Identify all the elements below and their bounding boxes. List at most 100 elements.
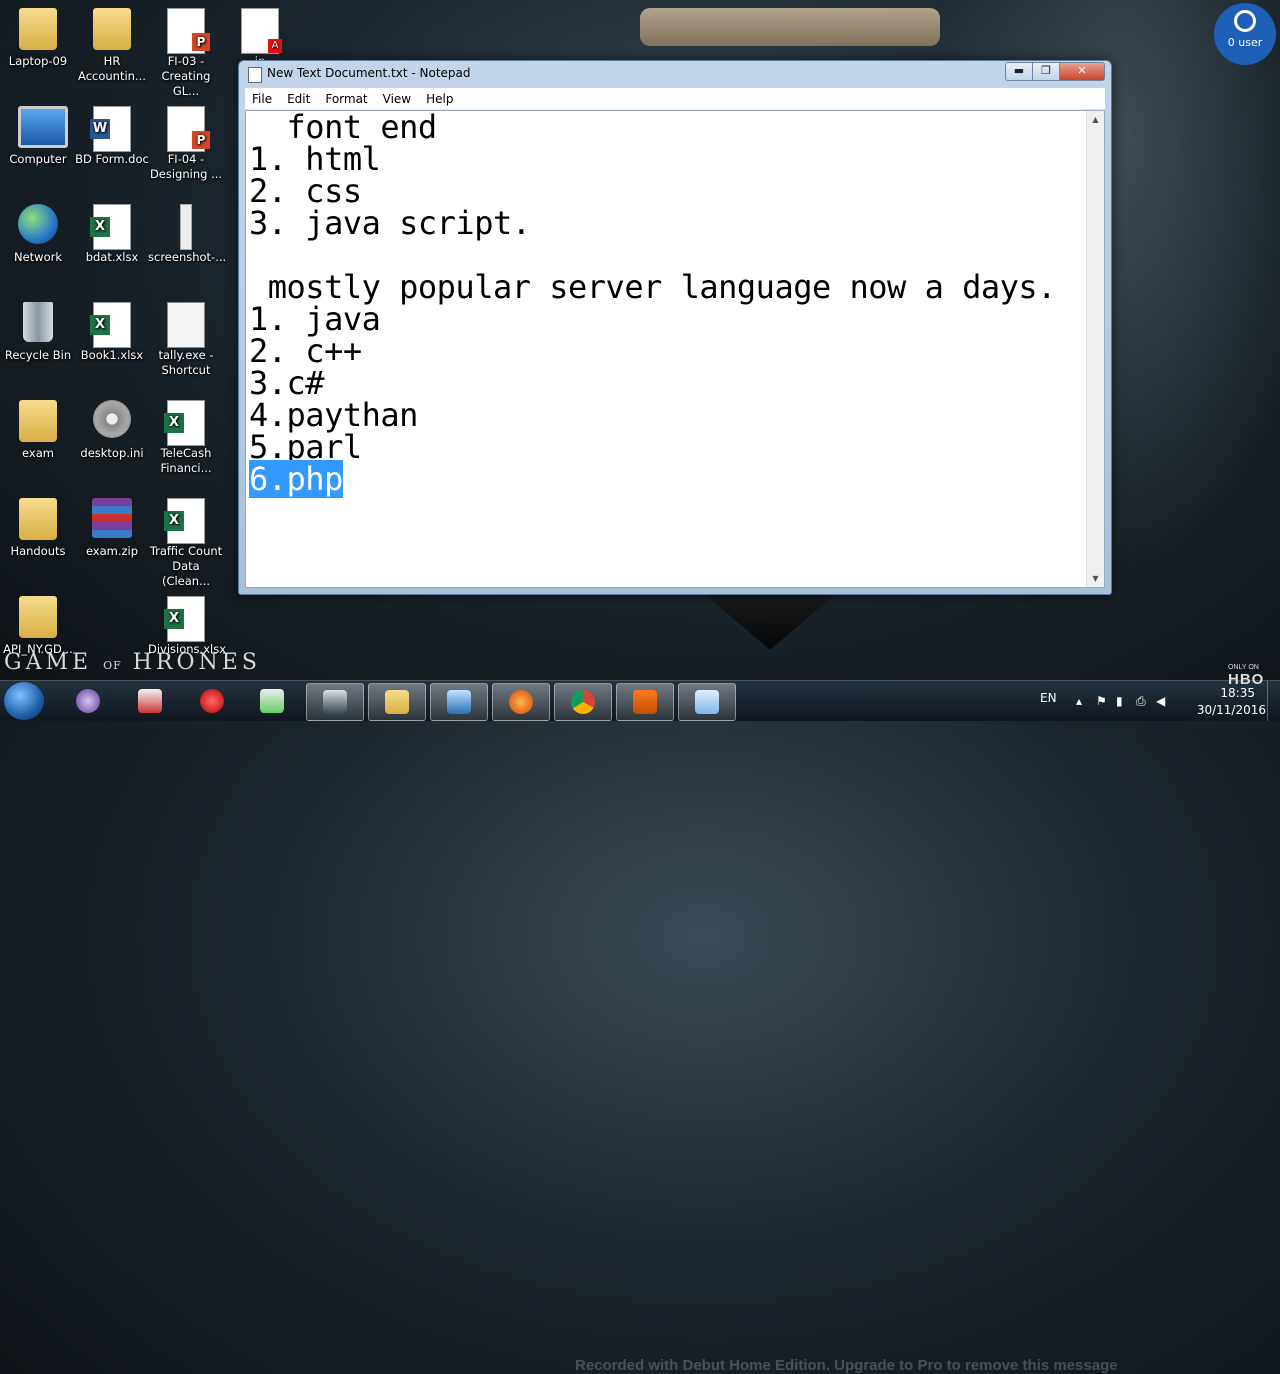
scroll-down-icon[interactable]: ▼ <box>1087 570 1104 587</box>
gear-icon <box>92 400 132 444</box>
taskbar-virtualbox-button[interactable] <box>430 683 488 721</box>
printer-icon[interactable]: ⎙ <box>1136 694 1150 708</box>
desktop-icon[interactable]: API_NY.GD... <box>0 596 76 657</box>
notepad-icon <box>248 67 262 83</box>
text-line: mostly popular server language now a day… <box>249 268 1057 306</box>
maximize-button[interactable]: ❐ <box>1033 62 1060 81</box>
desktop-icon[interactable]: tally.exe - Shortcut <box>148 302 224 378</box>
desktop-icon[interactable]: exam <box>0 400 76 461</box>
taskbar-chrome-button[interactable] <box>554 683 612 721</box>
taskbar-opera-button[interactable] <box>184 683 240 719</box>
desktop-icon[interactable]: TeleCash Financi... <box>148 400 224 476</box>
menu-format[interactable]: Format <box>318 92 375 106</box>
notepadpp-icon <box>260 689 284 713</box>
close-button[interactable]: ✕ <box>1060 62 1105 81</box>
word-icon <box>90 106 132 152</box>
flag-icon[interactable]: ⚑ <box>1096 694 1110 708</box>
show-desktop-button[interactable] <box>1267 681 1280 721</box>
menu-bar: File Edit Format View Help <box>245 88 1105 110</box>
desktop-icon-label: HR Accountin... <box>78 54 146 83</box>
desktop-icon[interactable]: Divisions.xlsx <box>148 596 226 657</box>
desktop-icon-label: Recycle Bin <box>4 348 72 362</box>
desktop-icon-label: Book1.xlsx <box>80 348 144 362</box>
taskbar-eclipse-button[interactable] <box>60 683 116 719</box>
desktop-icon[interactable]: Traffic Count Data (Clean... <box>148 498 224 589</box>
taskbar-media-player-button[interactable] <box>306 683 364 721</box>
text-line: 1. java <box>249 300 381 338</box>
ppt-icon <box>166 106 210 152</box>
taskbar-firefox-button[interactable] <box>492 683 550 721</box>
signal-icon[interactable]: ▮ <box>1116 694 1130 708</box>
desktop-icon[interactable]: Computer <box>0 106 76 167</box>
network-icon <box>18 204 58 248</box>
scroll-up-icon[interactable]: ▲ <box>1087 111 1104 128</box>
clock-date[interactable]: 30/11/2016 <box>1197 703 1266 717</box>
folder-icon <box>18 400 58 444</box>
taskbar-notepad-button[interactable] <box>678 683 736 721</box>
firefox-icon <box>509 690 533 714</box>
desktop-icon[interactable]: BD Form.doc <box>74 106 150 167</box>
folder-icon <box>18 596 58 640</box>
xls-icon <box>164 596 206 642</box>
taskbar-xampp-button[interactable] <box>616 683 674 721</box>
menu-help[interactable]: Help <box>419 92 461 106</box>
tally-icon <box>166 302 206 348</box>
menu-edit[interactable]: Edit <box>280 92 318 106</box>
desktop-icon[interactable]: FI-04 - Designing ... <box>148 106 224 182</box>
xls-icon <box>90 204 132 250</box>
pdf-icon <box>240 8 282 54</box>
desktop-icon[interactable]: Laptop-09 <box>0 8 76 69</box>
taskbar-explorer-button[interactable] <box>368 683 426 721</box>
hbo-logo: ONLY ON HBO <box>1228 664 1265 688</box>
opera-icon <box>200 689 224 713</box>
minimize-button[interactable]: ▬ <box>1005 62 1033 81</box>
notepad-window[interactable]: New Text Document.txt - Notepad ▬ ❐ ✕ Fi… <box>238 60 1112 595</box>
desktop-icon[interactable]: exam.zip <box>74 498 150 559</box>
text-content[interactable]: font end 1. html 2. css 3. java script. … <box>249 111 1084 587</box>
taskbar: Recorded with Debut Home Edition. Upgrad… <box>0 680 1280 1374</box>
desktop-icon-label: tally.exe - Shortcut <box>158 348 214 377</box>
desktop-icon-label: desktop.ini <box>80 446 144 460</box>
desktop-icon-label: Network <box>13 250 63 264</box>
folder-icon <box>92 8 132 52</box>
desktop-icon-label: exam.zip <box>85 544 139 558</box>
vertical-scrollbar[interactable]: ▲ ▼ <box>1086 111 1104 587</box>
menu-file[interactable]: File <box>245 92 280 106</box>
desktop-icon[interactable]: FI-03 - Creating GL... <box>148 8 224 99</box>
computer-icon <box>18 106 68 150</box>
text-line: 2. c++ <box>249 332 362 370</box>
desktop-icon-label: Traffic Count Data (Clean... <box>149 544 223 588</box>
volume-icon[interactable]: ◀ <box>1156 694 1170 708</box>
desktop-icon[interactable]: desktop.ini <box>74 400 150 461</box>
desktop-icon[interactable]: Handouts <box>0 498 76 559</box>
desktop-icon[interactable]: screenshot-... <box>148 204 226 265</box>
desktop-icon-label: Handouts <box>10 544 66 558</box>
desktop-icon[interactable]: Book1.xlsx <box>74 302 150 363</box>
desktop-icon-label: TeleCash Financi... <box>160 446 212 475</box>
chevron-up-icon[interactable]: ▴ <box>1076 694 1090 708</box>
text-line: 4.paythan <box>249 396 418 434</box>
ppt-icon <box>166 8 210 54</box>
desktop-icon[interactable]: Recycle Bin <box>0 302 76 363</box>
title-bar[interactable]: New Text Document.txt - Notepad ▬ ❐ ✕ <box>239 61 1111 87</box>
desktop-icon[interactable]: bdat.xlsx <box>74 204 150 265</box>
taskbar-snipping-tool-button[interactable] <box>122 683 178 719</box>
text-line: 2. css <box>249 172 362 210</box>
desktop-icon-label: Laptop-09 <box>8 54 68 68</box>
language-indicator[interactable]: EN <box>1040 691 1057 705</box>
desktop-icon-label: FI-03 - Creating GL... <box>161 54 211 98</box>
menu-view[interactable]: View <box>376 92 419 106</box>
text-editor[interactable]: font end 1. html 2. css 3. java script. … <box>245 110 1105 588</box>
start-button[interactable] <box>4 682 44 720</box>
text-line: 1. html <box>249 140 381 178</box>
text-selection[interactable]: 6.php <box>249 460 343 498</box>
desktop-icon[interactable]: Network <box>0 204 76 265</box>
wallpaper-banner <box>700 590 840 650</box>
virtualbox-icon <box>447 690 471 714</box>
desktop-icon-label: exam <box>22 446 54 460</box>
user-count-badge[interactable]: 0 user <box>1214 3 1276 65</box>
desktop-icon-label: FI-04 - Designing ... <box>149 152 223 181</box>
taskbar-notepadpp-button[interactable] <box>244 683 300 719</box>
desktop-icon[interactable]: HR Accountin... <box>74 8 150 84</box>
recording-watermark: Recorded with Debut Home Edition. Upgrad… <box>575 1357 1118 1374</box>
